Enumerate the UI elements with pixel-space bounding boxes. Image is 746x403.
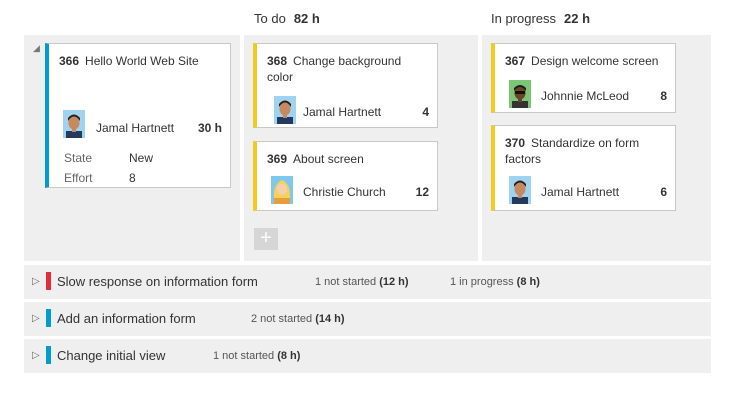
remaining-work: 6 [660, 185, 667, 199]
assignee-name: Jamal Hartnett [96, 121, 175, 135]
card-title-text: Change background color [267, 54, 402, 84]
assignee-name: Johnnie McLeod [541, 89, 630, 103]
avatar [274, 96, 296, 124]
avatar [63, 110, 85, 138]
add-task-button[interactable]: + [254, 228, 278, 250]
card-title-text: Standardize on form factors [505, 136, 640, 166]
story-card[interactable]: 366 Hello World Web Site Jamal Hartnett 3… [45, 43, 231, 188]
row-title[interactable]: Add an information form [57, 311, 196, 326]
column-label: To do [254, 11, 286, 26]
remaining-work: 8 [660, 89, 667, 103]
card-id: 370 [505, 136, 526, 150]
collapsed-row-change-initial-view[interactable]: ▷ Change initial view 1 not started (8 h… [24, 339, 711, 373]
row-stat-not-started: 1 not started (12 h) [315, 276, 409, 288]
card-id: 366 [59, 54, 80, 68]
remaining-work: 4 [422, 105, 429, 119]
task-card[interactable]: 367 Design welcome screen Johnnie McLeod … [491, 43, 676, 113]
column-header-todo: To do 82 h [254, 11, 320, 26]
card-title-text: Hello World Web Site [85, 54, 199, 68]
card-id: 367 [505, 54, 526, 68]
row-stat-not-started: 1 not started (8 h) [213, 350, 301, 362]
row-stat-not-started: 2 not started (14 h) [251, 313, 345, 325]
card-title: 366 Hello World Web Site [59, 53, 222, 69]
field-value-state[interactable]: New [129, 151, 153, 165]
collapsed-row-slow-response[interactable]: ▷ Slow response on information form 1 no… [24, 265, 711, 299]
avatar [509, 80, 531, 108]
remaining-work: 12 [415, 185, 429, 199]
row-title[interactable]: Slow response on information form [57, 274, 258, 289]
row-stat-in-progress: 1 in progress (8 h) [450, 276, 540, 288]
field-label-state: State [64, 151, 93, 165]
collapse-triangle-icon[interactable]: ◢ [33, 43, 40, 54]
card-title-text: Design welcome screen [531, 54, 659, 68]
avatar [271, 176, 293, 204]
card-title: 367 Design welcome screen [505, 53, 667, 69]
work-item-color-bar [46, 346, 51, 364]
task-card[interactable]: 369 About screen Christie Church 12 [253, 141, 438, 211]
card-title: 369 About screen [267, 151, 429, 167]
assignee-name: Jamal Hartnett [541, 185, 620, 199]
expand-triangle-icon[interactable]: ▷ [32, 350, 40, 361]
expand-triangle-icon[interactable]: ▷ [32, 313, 40, 324]
work-item-color-bar [46, 272, 51, 290]
avatar [509, 176, 531, 204]
collapsed-row-add-information-form[interactable]: ▷ Add an information form 2 not started … [24, 302, 711, 336]
assignee-name: Christie Church [303, 185, 386, 199]
task-card[interactable]: 370 Standardize on form factors Jamal Har… [491, 125, 676, 211]
column-hours: 22 h [564, 11, 591, 26]
column-label: In progress [491, 11, 557, 26]
column-header-in-progress: In progress 22 h [491, 11, 590, 26]
card-id: 368 [267, 54, 288, 68]
task-card[interactable]: 368 Change background color Jamal Hartnet… [253, 43, 438, 128]
card-title: 368 Change background color [267, 53, 429, 85]
field-label-effort: Effort [64, 171, 93, 185]
field-value-effort[interactable]: 8 [129, 171, 136, 185]
card-title-text: About screen [293, 152, 364, 166]
assignee-name: Jamal Hartnett [303, 105, 382, 119]
card-title: 370 Standardize on form factors [505, 135, 667, 167]
row-title[interactable]: Change initial view [57, 348, 165, 363]
card-id: 369 [267, 152, 288, 166]
expand-triangle-icon[interactable]: ▷ [32, 276, 40, 287]
work-item-color-bar [46, 309, 51, 327]
column-hours: 82 h [293, 11, 320, 26]
remaining-work: 30 h [197, 121, 222, 135]
add-icon: + [260, 227, 272, 249]
